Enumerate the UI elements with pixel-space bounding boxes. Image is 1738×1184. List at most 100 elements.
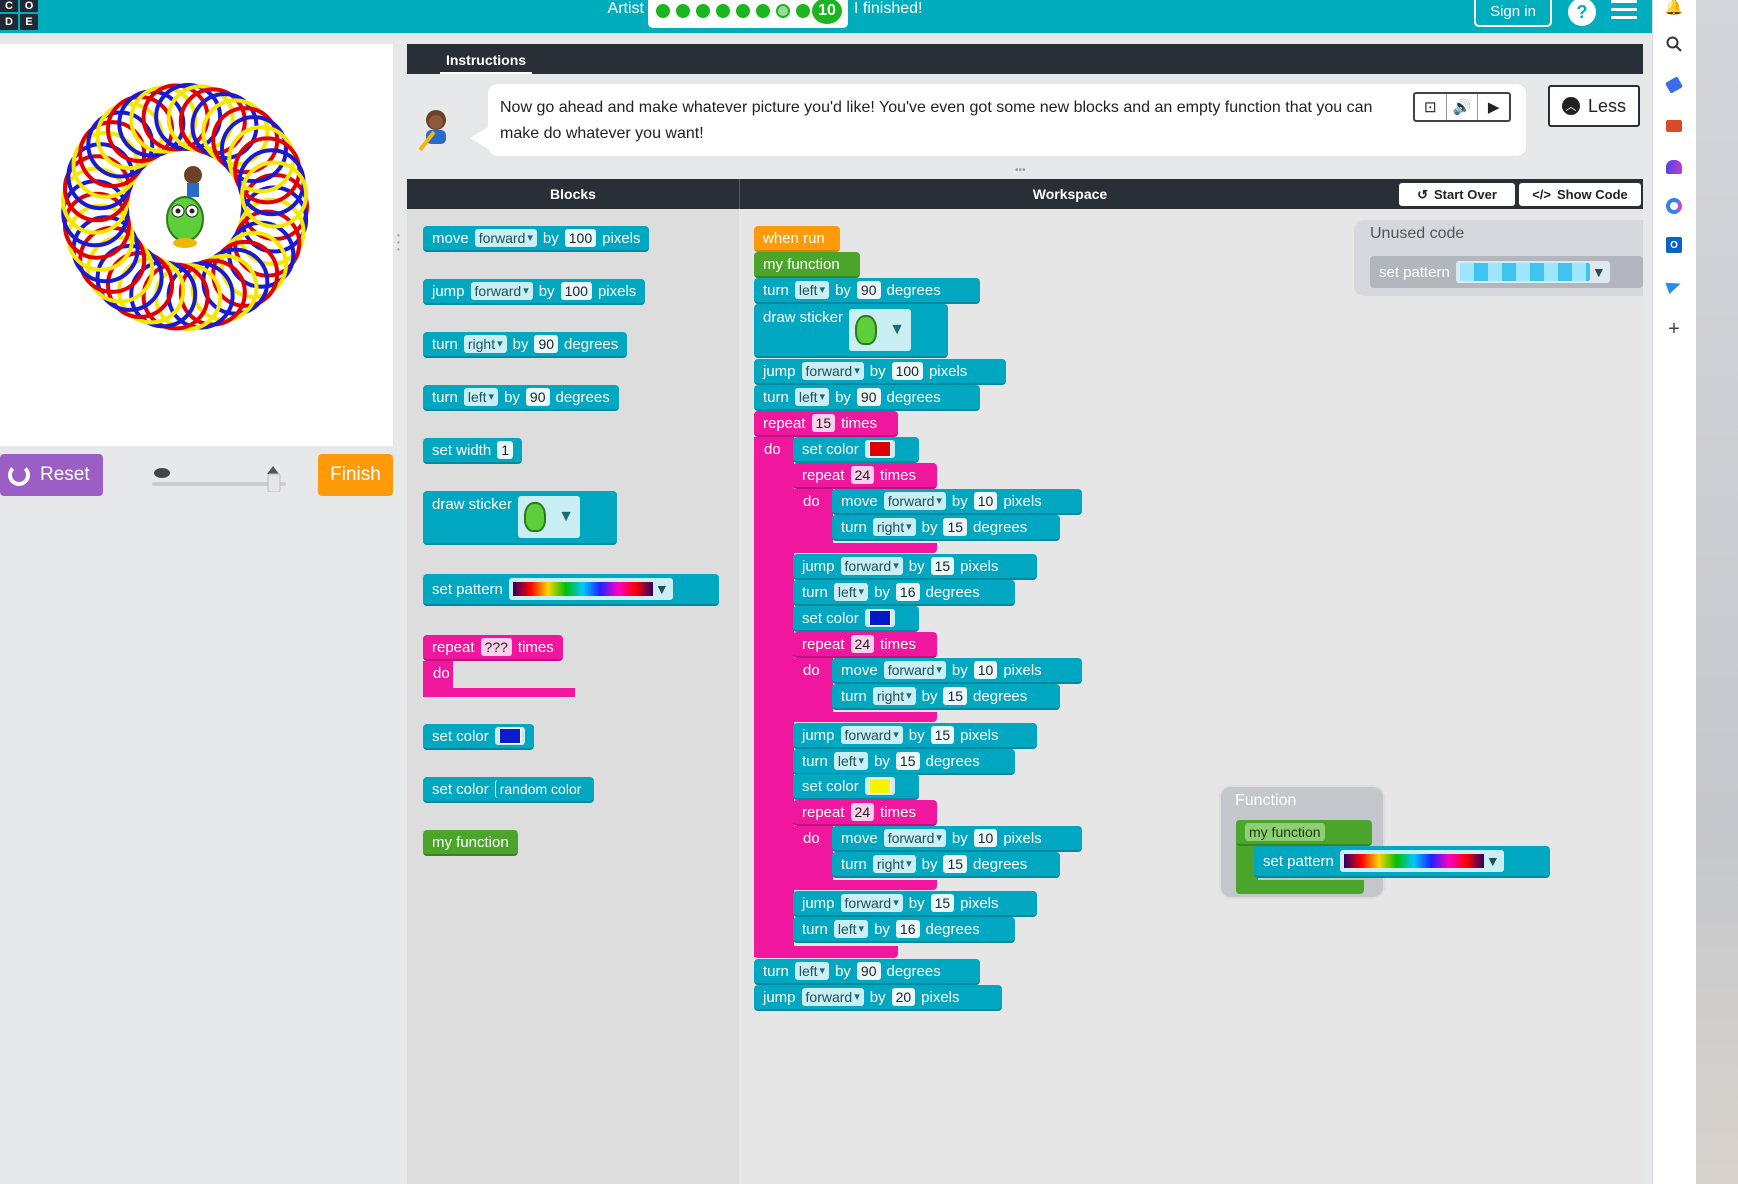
direction-dropdown[interactable]: left xyxy=(833,752,869,770)
random-color-field[interactable]: random color xyxy=(494,780,586,798)
jump-forward-block[interactable]: jump forward by 15 pixels xyxy=(793,891,1037,917)
sticker-dropdown[interactable]: ▼ xyxy=(849,309,912,351)
sign-in-button[interactable]: Sign in xyxy=(1474,0,1552,27)
turn-left-block[interactable]: turn left by 16 degrees xyxy=(793,580,1015,606)
tag-icon[interactable] xyxy=(1663,74,1685,96)
direction-dropdown[interactable]: right xyxy=(463,335,507,353)
number-field[interactable]: 90 xyxy=(525,388,550,406)
toolbox-repeat-block[interactable]: repeat ??? times xyxy=(423,635,563,661)
direction-dropdown[interactable]: left xyxy=(794,281,830,299)
toolbox-turn-right-block[interactable]: turn right by 90 degrees xyxy=(423,332,628,358)
number-field[interactable]: 15 xyxy=(943,518,968,536)
number-field[interactable]: 1 xyxy=(497,441,513,459)
number-field[interactable]: ??? xyxy=(480,638,512,656)
number-field[interactable]: 90 xyxy=(534,335,559,353)
code-org-logo[interactable]: C O D E xyxy=(0,0,40,30)
jump-forward-block[interactable]: jump forward by 100 pixels xyxy=(754,359,1006,385)
number-field[interactable]: 90 xyxy=(856,281,881,299)
number-field[interactable]: 15 xyxy=(930,894,955,912)
sticker-dropdown[interactable]: ▼ xyxy=(518,496,581,538)
progress-dot[interactable] xyxy=(736,4,750,18)
number-field[interactable]: 15 xyxy=(895,752,920,770)
when-run-block[interactable]: when run xyxy=(754,226,840,252)
direction-dropdown[interactable]: forward xyxy=(840,894,903,912)
progress-dot[interactable] xyxy=(756,4,770,18)
resize-grip-icon[interactable]: ••• xyxy=(1015,166,1039,176)
finish-button[interactable]: Finish xyxy=(318,454,393,496)
number-field[interactable]: 24 xyxy=(850,466,875,484)
draw-sticker-block[interactable]: draw sticker ▼ xyxy=(754,304,948,358)
turn-left-block[interactable]: turn left by 15 degrees xyxy=(793,749,1015,775)
send-icon[interactable] xyxy=(1663,275,1685,297)
call-my-function-block[interactable]: my function xyxy=(754,252,860,278)
pattern-dropdown[interactable]: ▼ xyxy=(508,578,673,600)
copilot-icon[interactable] xyxy=(1663,195,1685,217)
show-code-button[interactable]: </> Show Code xyxy=(1519,183,1641,206)
direction-dropdown[interactable]: forward xyxy=(883,492,946,510)
number-field[interactable]: 15 xyxy=(930,726,955,744)
number-field[interactable]: 16 xyxy=(895,583,920,601)
function-set-pattern-block[interactable]: set pattern ▼ xyxy=(1254,846,1550,878)
direction-dropdown[interactable]: left xyxy=(463,388,499,406)
number-field[interactable]: 15 xyxy=(943,687,968,705)
outer-repeat-block[interactable]: repeat 15 times xyxy=(754,411,898,437)
turn-left-block[interactable]: turn left by 16 degrees xyxy=(793,917,1015,943)
inner-repeat-block[interactable]: repeat 24 times xyxy=(793,800,937,826)
reset-button[interactable]: Reset xyxy=(0,454,103,496)
number-field[interactable]: 10 xyxy=(973,829,998,847)
direction-dropdown[interactable]: right xyxy=(872,687,916,705)
number-field[interactable]: 15 xyxy=(811,414,836,432)
set-color-block[interactable]: set color xyxy=(793,774,919,800)
progress-dot[interactable] xyxy=(776,4,790,18)
color-picker[interactable] xyxy=(864,777,895,795)
set-color-block[interactable]: set color xyxy=(793,437,919,463)
hamburger-menu-icon[interactable] xyxy=(1611,0,1637,22)
number-field[interactable]: 100 xyxy=(560,282,592,300)
direction-dropdown[interactable]: left xyxy=(833,920,869,938)
tab-instructions[interactable]: Instructions xyxy=(440,48,532,74)
progress-dot[interactable] xyxy=(716,4,730,18)
number-field[interactable]: 90 xyxy=(856,962,881,980)
number-field[interactable]: 10 xyxy=(973,492,998,510)
toolbox-draw-sticker-block[interactable]: draw sticker ▼ xyxy=(423,491,617,545)
number-field[interactable]: 15 xyxy=(943,855,968,873)
direction-dropdown[interactable]: left xyxy=(794,962,830,980)
toolbox-set-width-block[interactable]: set width 1 xyxy=(423,438,522,464)
toolbox-my-function-block[interactable]: my function xyxy=(423,830,518,856)
panel-grip-icon[interactable]: • • • xyxy=(397,232,403,256)
direction-dropdown[interactable]: right xyxy=(872,518,916,536)
number-field[interactable]: 90 xyxy=(856,388,881,406)
direction-dropdown[interactable]: forward xyxy=(883,829,946,847)
number-field[interactable]: 100 xyxy=(564,229,597,247)
toolbox-icon[interactable] xyxy=(1663,115,1685,137)
color-picker[interactable] xyxy=(494,727,525,745)
set-color-block[interactable]: set color xyxy=(793,606,919,632)
number-field[interactable]: 24 xyxy=(850,635,875,653)
direction-dropdown[interactable]: forward xyxy=(883,661,946,679)
move-forward-block[interactable]: move forward by 10 pixels xyxy=(832,658,1082,684)
number-field[interactable]: 15 xyxy=(930,557,955,575)
direction-dropdown[interactable]: left xyxy=(833,583,869,601)
plus-icon[interactable]: + xyxy=(1663,318,1685,340)
direction-dropdown[interactable]: left xyxy=(794,388,830,406)
direction-dropdown[interactable]: forward xyxy=(470,282,533,300)
number-field[interactable]: 100 xyxy=(891,362,923,380)
number-field[interactable]: 24 xyxy=(850,803,875,821)
number-field[interactable]: 20 xyxy=(891,988,916,1006)
progress-dot[interactable] xyxy=(676,4,690,18)
unused-set-pattern-block[interactable]: set pattern ▼ xyxy=(1370,256,1643,288)
move-forward-block[interactable]: move forward by 10 pixels xyxy=(832,826,1082,852)
direction-dropdown[interactable]: forward xyxy=(801,988,864,1006)
move-forward-block[interactable]: move forward by 10 pixels xyxy=(832,489,1082,515)
start-over-button[interactable]: ↺ Start Over xyxy=(1399,183,1515,206)
jump-forward-block[interactable]: jump forward by 15 pixels xyxy=(793,723,1037,749)
jump-forward-block[interactable]: jump forward by 20 pixels xyxy=(754,985,1002,1011)
speed-slider[interactable] xyxy=(150,462,290,493)
play-icon[interactable]: ▶ xyxy=(1478,94,1509,120)
color-picker[interactable] xyxy=(864,440,895,458)
i-finished-link[interactable]: I finished! xyxy=(854,0,922,18)
progress-dot[interactable] xyxy=(656,4,670,18)
function-name-field[interactable]: my function xyxy=(1245,823,1325,841)
direction-dropdown[interactable]: right xyxy=(872,855,916,873)
turn-left-block[interactable]: turn left by 90 degrees xyxy=(754,385,980,411)
